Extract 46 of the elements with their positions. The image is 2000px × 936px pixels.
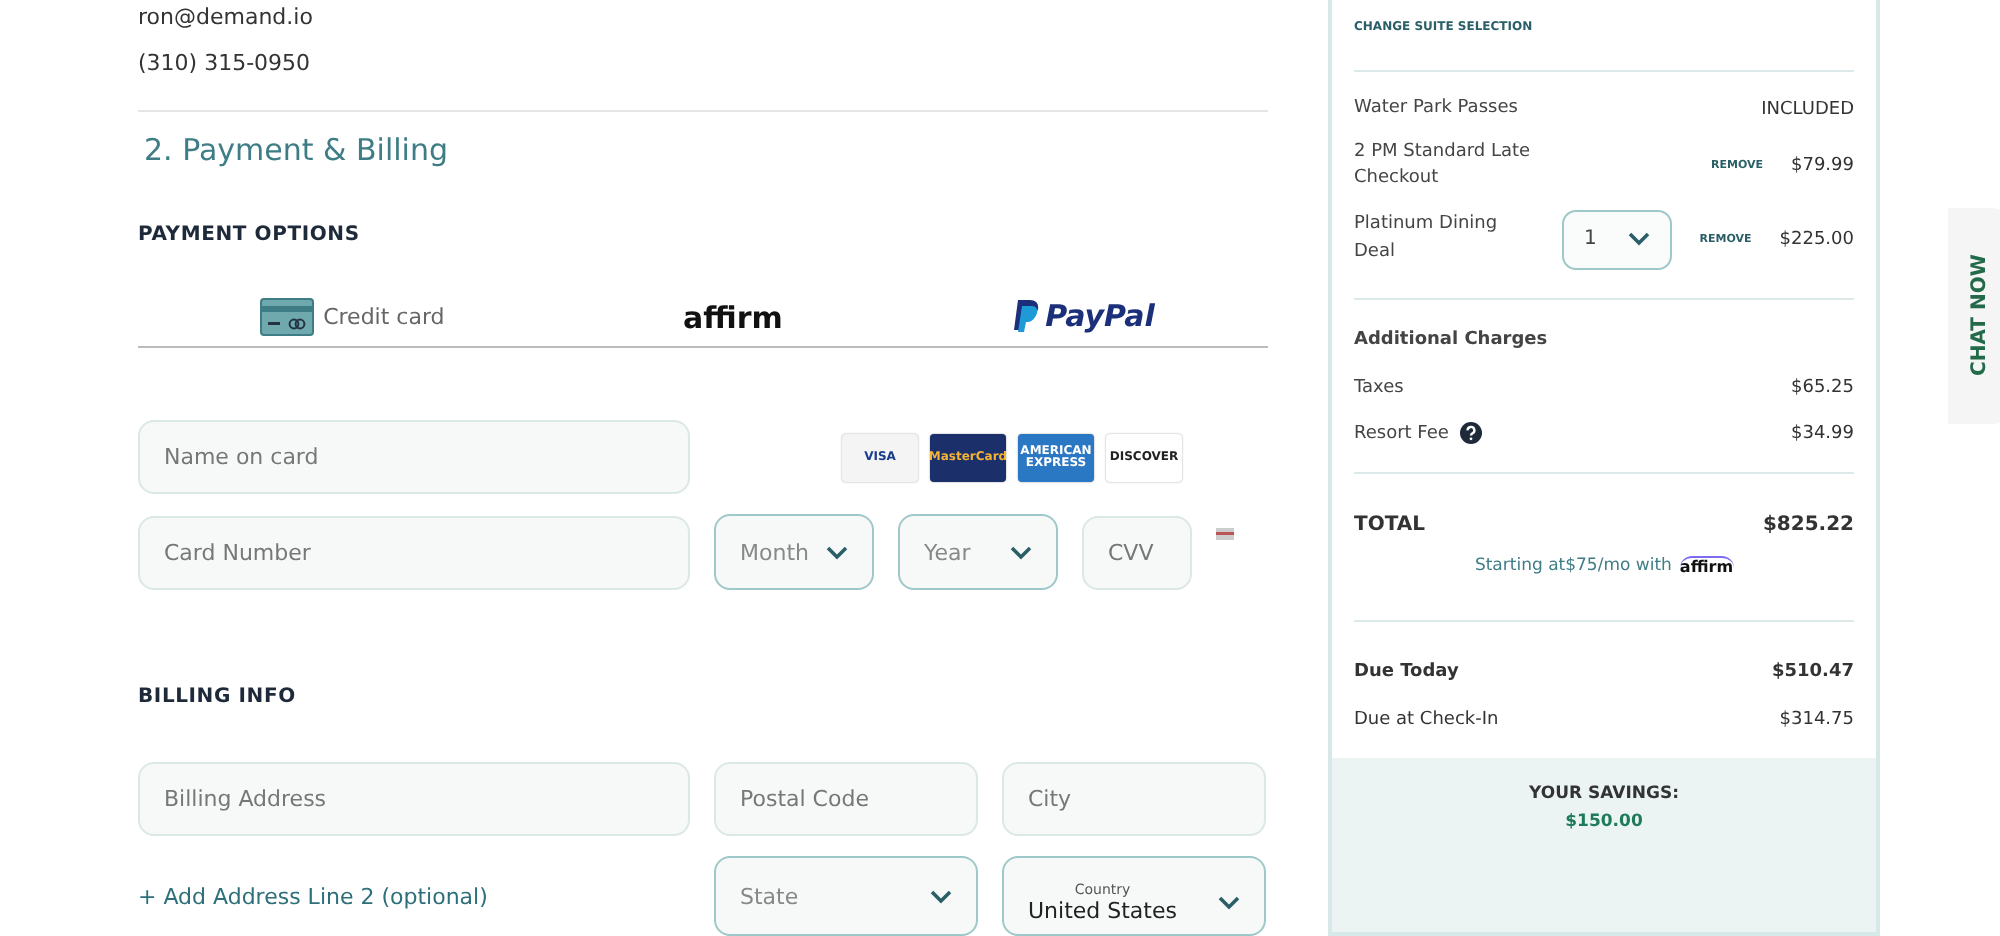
quantity-select[interactable]: 1	[1562, 209, 1672, 269]
postal-code-field[interactable]: Postal Code	[714, 762, 978, 836]
charge-amount: $65.25	[1791, 378, 1854, 398]
due-label: Due at Check-In	[1354, 710, 1499, 730]
charge-label: Resort Fee	[1354, 423, 1449, 443]
cvv-field[interactable]: CVV	[1082, 515, 1192, 589]
card-icon	[1216, 528, 1234, 540]
contact-email: ron@demand.io	[138, 4, 315, 30]
chat-now-button[interactable]: CHAT NOW	[1948, 208, 2000, 424]
paypal-icon	[1013, 300, 1040, 332]
billing-info-heading: BILLING INFO	[138, 686, 298, 708]
paypal-tab[interactable]: PayPal	[1013, 298, 1155, 334]
help-icon[interactable]	[1460, 422, 1483, 444]
payment-options-heading: PAYMENT OPTIONS	[138, 224, 362, 246]
item-price: $79.99	[1791, 156, 1854, 176]
item-label: Water Park Passes	[1354, 96, 1520, 122]
chevron-down-icon	[826, 545, 848, 559]
additional-charges-heading: Additional Charges	[1354, 327, 1550, 353]
billing-address-field[interactable]: Billing Address	[138, 762, 690, 836]
chevron-down-icon	[1627, 232, 1650, 246]
item-label: 2 PM Standard Late Checkout	[1354, 139, 1533, 192]
financing-text: Starting at$75/mo with	[1474, 556, 1672, 576]
city-field[interactable]: City	[1002, 762, 1266, 836]
section-title: 2. Payment & Billing	[144, 132, 450, 168]
affirm-tab[interactable]: affirm	[678, 296, 787, 336]
contact-phone: (310) 315-0950	[138, 50, 313, 76]
name-on-card-field[interactable]: Name on card	[138, 420, 690, 494]
item-price: $225.00	[1779, 229, 1854, 249]
add-address-line-link[interactable]: + Add Address Line 2 (optional)	[138, 883, 690, 909]
total-label: TOTAL	[1354, 514, 1425, 536]
due-amount: $314.75	[1779, 710, 1854, 730]
due-label: Due Today	[1354, 662, 1459, 682]
affirm-logo: affirm	[1679, 556, 1734, 576]
charge-label: Taxes	[1354, 378, 1404, 398]
item-label: Platinum Dining Deal	[1354, 212, 1500, 265]
chevron-down-icon	[930, 889, 952, 903]
savings-label: YOUR SAVINGS:	[1529, 784, 1679, 804]
chevron-down-icon	[1218, 895, 1240, 909]
due-amount: $510.47	[1772, 662, 1854, 682]
savings-amount: $150.00	[1565, 812, 1643, 832]
chevron-down-icon	[1010, 545, 1032, 559]
card-number-field[interactable]: Card Number	[138, 515, 690, 589]
total-amount: $825.22	[1762, 514, 1854, 536]
charge-amount: $34.99	[1791, 423, 1854, 443]
credit-card-tab[interactable]: Credit card	[251, 293, 453, 339]
item-price: INCLUDED	[1761, 99, 1854, 120]
